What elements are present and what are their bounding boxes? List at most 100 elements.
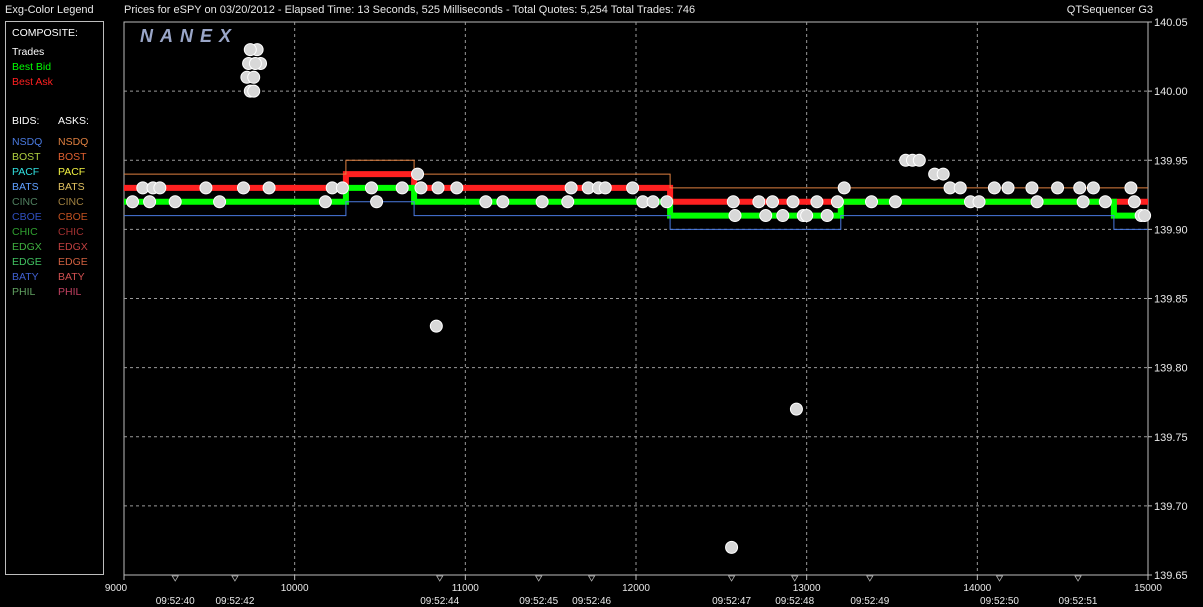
time-marker xyxy=(436,575,444,582)
time-marker xyxy=(535,575,543,582)
trade-point xyxy=(626,181,640,195)
trade-point xyxy=(776,209,790,223)
trade-point xyxy=(247,84,261,98)
price-chart: 140.05 140.00 139.95 139.90 139.85 139.80 139.… xyxy=(105,17,1188,607)
trade-point xyxy=(395,181,409,195)
trade-point xyxy=(564,181,578,195)
trade-point xyxy=(728,209,742,223)
time-label: 09:52:47 xyxy=(712,596,751,607)
trade-point xyxy=(1086,181,1100,195)
y-tick-label: 139.75 xyxy=(1154,432,1188,444)
time-label: 09:52:48 xyxy=(775,596,814,607)
x-tick-label: 15000 xyxy=(1134,583,1162,594)
trade-point xyxy=(1025,181,1039,195)
trade-point xyxy=(199,181,213,195)
time-marker xyxy=(587,575,596,582)
trade-point xyxy=(830,195,844,209)
trade-point xyxy=(561,195,575,209)
trade-point xyxy=(1073,181,1087,195)
trade-point xyxy=(820,209,834,223)
time-marker xyxy=(231,575,239,582)
time-label: 09:52:51 xyxy=(1059,596,1098,607)
y-tick-label: 139.85 xyxy=(1154,294,1188,306)
trade-point xyxy=(429,319,443,333)
trade-point xyxy=(1124,181,1138,195)
trade-point xyxy=(936,167,950,181)
exchange-bid-line xyxy=(124,201,1148,230)
time-label: 09:52:45 xyxy=(519,596,558,607)
trade-point xyxy=(126,195,140,209)
trade-point xyxy=(1098,195,1112,209)
time-label: 09:52:49 xyxy=(850,596,889,607)
trade-point xyxy=(479,195,493,209)
trade-point xyxy=(247,70,261,84)
trade-point xyxy=(431,181,445,195)
trade-point xyxy=(987,181,1001,195)
trade-point xyxy=(1051,181,1065,195)
y-tick-label: 139.90 xyxy=(1154,224,1188,236)
time-marker xyxy=(1074,575,1082,582)
x-tick-label: 14000 xyxy=(963,583,991,594)
time-marker xyxy=(866,575,874,582)
y-tick-label: 139.80 xyxy=(1154,363,1188,375)
y-tick-label: 139.65 xyxy=(1154,570,1188,582)
trade-point xyxy=(810,195,824,209)
trade-point xyxy=(865,195,879,209)
trade-point xyxy=(789,402,803,416)
trade-point xyxy=(262,181,276,195)
trade-point xyxy=(1001,181,1015,195)
trade-point xyxy=(766,195,780,209)
trade-point xyxy=(759,209,773,223)
y-tick-label: 140.00 xyxy=(1154,86,1188,98)
trade-point xyxy=(660,195,674,209)
y-tick-label: 139.95 xyxy=(1154,155,1188,167)
trade-point xyxy=(1030,195,1044,209)
x-tick-label: 11000 xyxy=(452,583,480,594)
trade-point xyxy=(1138,209,1152,223)
trade-point xyxy=(1127,195,1141,209)
x-tick-label: 12000 xyxy=(622,583,650,594)
trade-point xyxy=(1076,195,1090,209)
time-label: 09:52:40 xyxy=(156,596,195,607)
time-marker xyxy=(791,575,799,582)
x-tick-label: 10000 xyxy=(281,583,309,594)
trade-point xyxy=(364,181,378,195)
trade-point xyxy=(646,195,660,209)
y-tick-label: 140.05 xyxy=(1154,17,1188,29)
trade-point xyxy=(370,195,384,209)
trade-point xyxy=(335,181,349,195)
trade-point xyxy=(143,195,157,209)
trade-point xyxy=(213,195,227,209)
time-label: 09:52:42 xyxy=(215,596,254,607)
trade-point xyxy=(912,153,926,167)
trade-point xyxy=(598,181,612,195)
trade-point xyxy=(786,195,800,209)
trade-point xyxy=(752,195,766,209)
trade-point xyxy=(972,195,986,209)
trade-point xyxy=(236,181,250,195)
x-tick-label: 9000 xyxy=(105,583,128,594)
time-marker xyxy=(171,575,179,582)
trade-point xyxy=(800,209,814,223)
trade-point xyxy=(726,195,740,209)
time-label: 09:52:44 xyxy=(420,596,459,607)
time-label: 09:52:46 xyxy=(572,596,611,607)
trade-point xyxy=(243,43,257,57)
time-marker xyxy=(995,575,1004,582)
trade-point xyxy=(414,181,428,195)
trade-point xyxy=(450,181,464,195)
time-label: 09:52:50 xyxy=(980,596,1019,607)
trade-point xyxy=(535,195,549,209)
y-tick-label: 139.70 xyxy=(1154,501,1188,513)
trade-point xyxy=(888,195,902,209)
trade-point xyxy=(953,181,967,195)
time-marker xyxy=(727,575,736,582)
trade-point xyxy=(248,56,262,70)
trade-point xyxy=(153,181,167,195)
x-tick-label: 13000 xyxy=(793,583,821,594)
trade-point xyxy=(168,195,182,209)
trade-point xyxy=(725,540,739,554)
trade-point xyxy=(318,195,332,209)
nanex-watermark: NANEX xyxy=(140,26,238,46)
trade-point xyxy=(837,181,851,195)
